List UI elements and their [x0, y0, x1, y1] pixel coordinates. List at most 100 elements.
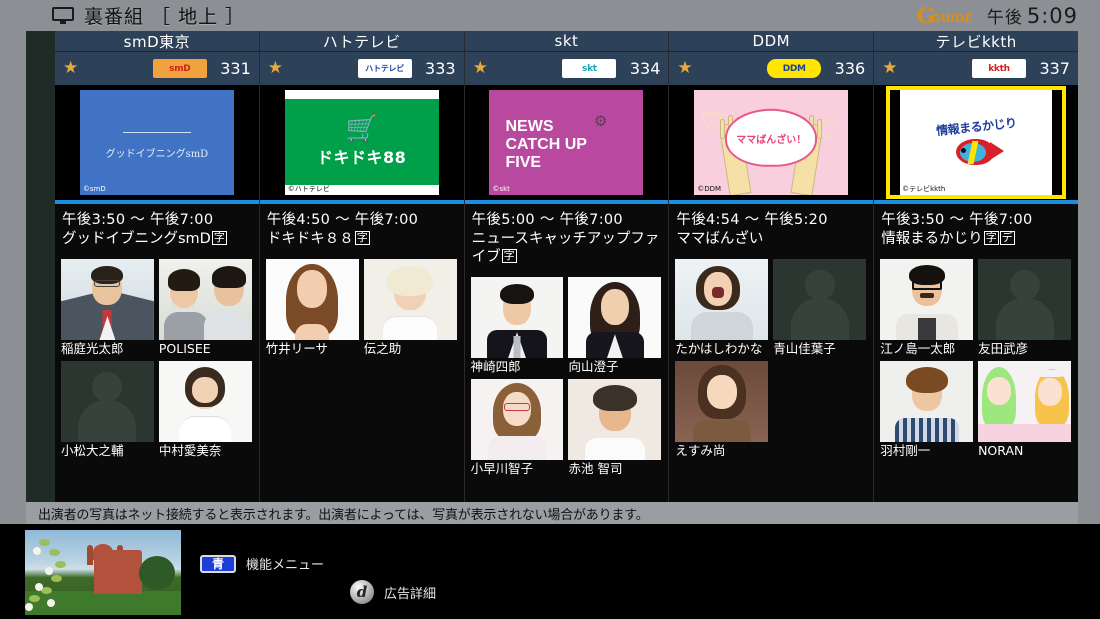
program-title: ママばんざい — [676, 231, 764, 247]
favorite-star-icon[interactable]: ★ — [63, 60, 78, 77]
woman-laughing-scarf-photo — [675, 259, 769, 341]
channel-name: DDM — [669, 31, 874, 52]
tv-program-guide-screen: 裏番組 ［ 地上 ］ G GUIDE 午後 5:09 smD東京 ★ smD 33… — [0, 0, 1100, 619]
program-thumbnail-area[interactable]: NEWS CATCH UP FIVE ⚙ ©skt — [464, 85, 669, 200]
function-menu-button[interactable]: 青 機能メニュー — [200, 554, 324, 573]
favorite-star-icon[interactable]: ★ — [882, 60, 897, 77]
ad-detail-button[interactable]: d 広告詳細 — [350, 580, 436, 604]
channel-number: 331 — [220, 59, 251, 78]
clock: 午後 5:09 — [987, 3, 1078, 28]
cast-item[interactable]: 向山澄子 — [568, 277, 662, 375]
cast-photo — [880, 259, 974, 341]
cast-item[interactable]: 中村愛美奈 — [158, 360, 252, 458]
program-title-text: グッドイブニングsmD — [62, 231, 211, 247]
program-title: 情報まるかじり字デ — [881, 230, 1071, 248]
cast-item[interactable]: NORAN — [978, 360, 1071, 458]
program-badge-data: デ — [999, 231, 1015, 245]
fish-icon — [948, 137, 1005, 167]
cast-name: 中村愛美奈 — [158, 443, 222, 458]
program-thumbnail-area[interactable]: 🛒 ドキドキ88 ©ハトテレビ — [259, 85, 464, 200]
program-thumbnail-area[interactable]: ♡ ♡ ♡ ♡ ママばんざい！ — [669, 85, 874, 200]
cast-name: 伝之助 — [363, 342, 402, 357]
program-title-text: 情報まるかじり — [881, 231, 983, 247]
cast-item[interactable]: 友田武彦 — [978, 259, 1071, 356]
favorite-star-icon[interactable]: ★ — [473, 60, 488, 77]
cast-item[interactable]: 江ノ島一太郎 — [880, 259, 974, 356]
cast-item[interactable]: 赤池 智司 — [568, 378, 662, 476]
cast-item[interactable]: 伝之助 — [363, 259, 457, 357]
function-menu-label: 機能メニュー — [246, 558, 325, 573]
cast-name: 神崎四郎 — [470, 360, 521, 375]
channel-meta: ★ ハトテレビ 333 — [259, 52, 464, 85]
thumbnail-caption: ママばんざい！ — [725, 108, 818, 167]
program-thumbnail-selected[interactable]: 情報まるかじり ©テレビkkth — [886, 86, 1067, 199]
blue-key-icon: 青 — [200, 554, 236, 573]
channel-name: ハトテレビ — [259, 31, 464, 52]
program-info[interactable]: 午後4:50 ～ 午後7:00 ドキドキ８８ 字 — [259, 200, 464, 255]
program-badge: 字 — [501, 249, 517, 264]
dokidoki-cart-art: 🛒 ドキドキ88 — [284, 90, 439, 195]
silhouette-placeholder-icon — [978, 259, 1071, 341]
channel-column-331[interactable]: smD東京 ★ smD 331 グッドイブニングsmD ©smD 午後3:50 … — [55, 31, 260, 502]
cast-photo — [568, 378, 662, 460]
program-info[interactable]: 午後3:50 ～ 午後7:00 グッドイブニングsmD 字 — [55, 200, 259, 255]
cast-photo — [61, 360, 154, 442]
program-badge-subtitle: 字 — [983, 231, 999, 245]
cast-name: POLISEE — [158, 342, 211, 357]
program-thumbnail-area[interactable]: グッドイブニングsmD ©smD — [55, 85, 259, 200]
channel-column-334[interactable]: skt ★ skt 334 NEWSCATCH UPFIVE ⚙ ©skt — [464, 31, 670, 502]
program-badge: 字 — [354, 231, 370, 245]
channel-meta: ★ smD 331 — [55, 52, 259, 85]
program-thumbnail[interactable]: ♡ ♡ ♡ ♡ ママばんざい！ — [694, 90, 849, 195]
thumbnail-copyright: ©ハトテレビ — [287, 185, 330, 193]
cast-item[interactable]: 小早川智子 — [470, 378, 564, 476]
cast-item[interactable]: えすみ尚 — [675, 360, 769, 458]
cast-item[interactable]: 稲庭光太郎 — [61, 259, 154, 356]
cast-item[interactable]: 羽村剛一 — [880, 360, 974, 458]
cast-name: 羽村剛一 — [880, 443, 931, 458]
thumbnail-caption: NEWS CATCH UP FIVE — [505, 118, 587, 171]
silhouette-placeholder-icon — [61, 360, 154, 442]
cast-item[interactable]: 神崎四郎 — [470, 277, 564, 375]
favorite-star-icon[interactable]: ★ — [268, 60, 283, 77]
program-info[interactable]: 午後5:00 ～ 午後7:00 ニュースキャッチアップファイブ字 — [464, 200, 669, 273]
channel-column-333[interactable]: ハトテレビ ★ ハトテレビ 333 🛒 ドキドキ88 ©ハトテレビ 午後4:50… — [259, 31, 465, 502]
cast-list: 稲庭光太郎 POLISEE 小松大之輔 中村愛美奈 — [55, 254, 259, 502]
program-thumbnail[interactable]: グッドイブニングsmD ©smD — [79, 90, 234, 195]
channel-name: smD東京 — [55, 31, 259, 52]
grid-left-gutter — [26, 31, 55, 502]
program-info[interactable]: 午後4:54 ～ 午後5:20 ママばんざい — [669, 200, 874, 255]
program-thumbnail[interactable]: 🛒 ドキドキ88 ©ハトテレビ — [284, 90, 439, 195]
cast-item[interactable]: POLISEE — [158, 259, 252, 357]
cast-item[interactable]: 青山佳葉子 — [773, 259, 867, 356]
thumbnail-caption: ドキドキ88 — [317, 148, 407, 167]
cast-photo — [675, 360, 769, 442]
cast-photo — [470, 277, 564, 359]
cast-item[interactable]: 小松大之輔 — [61, 360, 154, 458]
favorite-star-icon[interactable]: ★ — [677, 60, 692, 77]
cast-item[interactable]: 竹井リーサ — [265, 259, 359, 356]
program-info[interactable]: 午後3:50 ～ 午後7:00 情報まるかじり字デ — [874, 200, 1078, 255]
man-glasses-beard-photo — [880, 259, 974, 341]
video-preview[interactable] — [25, 530, 181, 615]
cast-item[interactable]: たかはしわかな — [675, 259, 769, 356]
thumbnail-copyright: ©テレビkkth — [902, 185, 946, 193]
program-thumbnail[interactable]: NEWS CATCH UP FIVE ⚙ ©skt — [489, 90, 644, 195]
program-thumbnail-area[interactable]: 情報まるかじり ©テレビkkth — [874, 85, 1078, 200]
duo-casual-photo — [158, 259, 252, 341]
smd-evening-art: グッドイブニングsmD — [79, 90, 234, 195]
channel-column-337[interactable]: テレビkkth ★ kkth 337 情報まるかじり ©テレビkkth 午後3:… — [874, 31, 1078, 502]
clock-time: 5:09 — [1026, 4, 1078, 28]
channel-number: 334 — [629, 59, 661, 78]
thumbnail-copyright: ©smD — [82, 185, 106, 193]
woman-business-photo — [568, 277, 662, 359]
thumbnail-copyright: ©DDM — [697, 185, 722, 193]
cast-name: 稲庭光太郎 — [61, 342, 124, 357]
channel-column-336[interactable]: DDM ★ DDM 336 ♡ ♡ ♡ ♡ — [669, 31, 875, 502]
cast-photo — [978, 259, 1071, 341]
vine-foreground — [25, 533, 115, 615]
cast-name: 向山澄子 — [568, 360, 619, 375]
footer-bar: 青 機能メニュー d 広告詳細 — [0, 524, 1100, 619]
thumbnail-caption: 情報まるかじり — [935, 115, 1017, 139]
cast-name: 友田武彦 — [978, 342, 1029, 357]
